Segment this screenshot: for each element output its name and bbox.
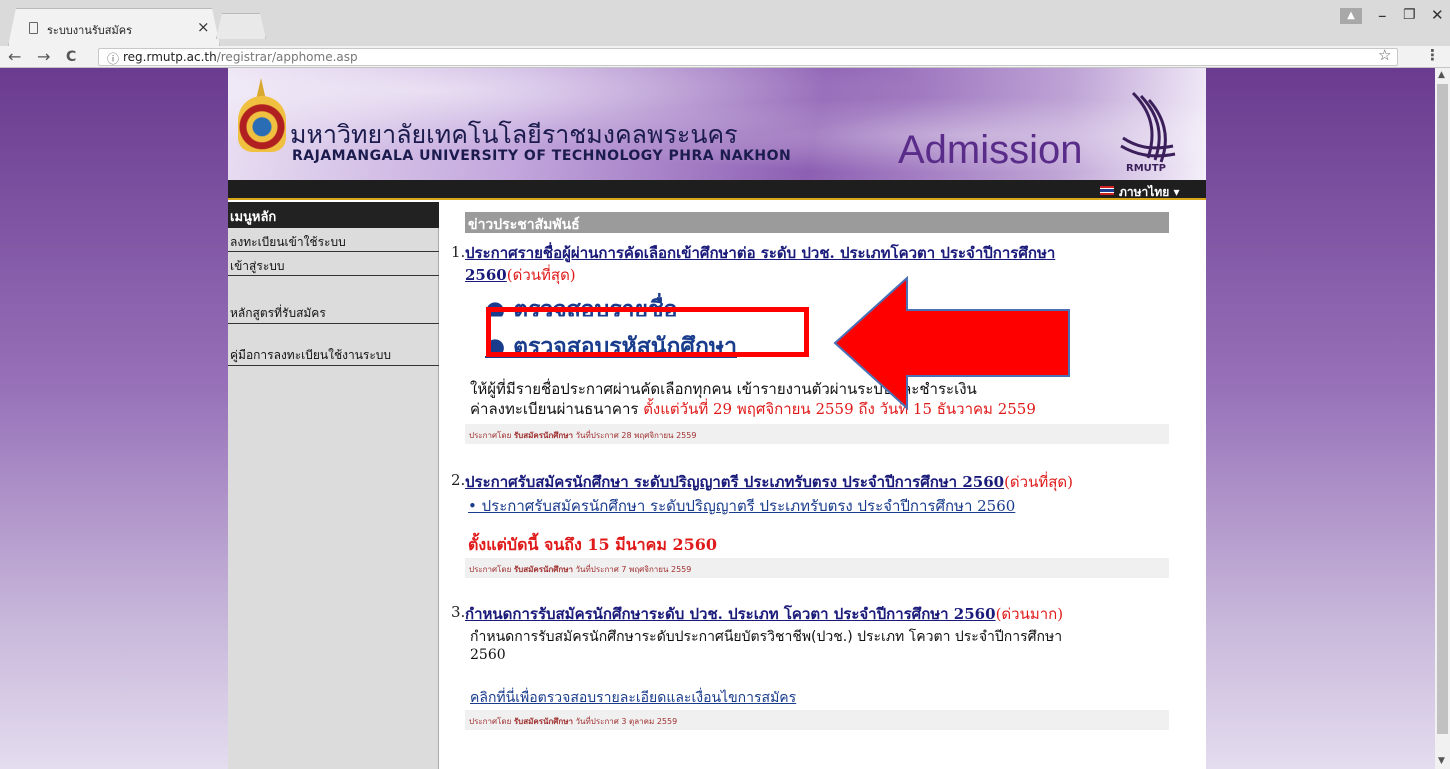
- news-meta: ประกาศโดย รับสมัครนักศึกษา วันที่ประกาศ …: [465, 710, 1169, 730]
- vertical-scrollbar[interactable]: ▲ ▼: [1435, 68, 1450, 769]
- annotation-highlight-box: [486, 307, 809, 357]
- user-profile-icon[interactable]: ▲: [1340, 8, 1362, 24]
- language-bar: ภาษาไทย ▾: [228, 180, 1206, 200]
- site-container: มหาวิทยาลัยเทคโนโลยีราชมงคลพระนคร RAJAMA…: [228, 68, 1206, 769]
- application-period: ตั้งแต่บัดนี้ จนถึง 15 มีนาคม 2560: [468, 535, 717, 554]
- restore-button[interactable]: ❐: [1403, 7, 1416, 23]
- address-toolbar: ← → C ⓘ reg.rmutp.ac.th/registrar/apphom…: [0, 46, 1450, 68]
- meta-label: วันที่ประกาศ: [575, 431, 619, 440]
- body-line: 2560: [470, 647, 506, 663]
- news-item-1-title-year[interactable]: 2560: [465, 266, 507, 284]
- scroll-thumb[interactable]: [1437, 84, 1448, 734]
- url-text: reg.rmutp.ac.th/registrar/apphome.asp: [123, 50, 358, 64]
- meta-date: 3 ตุลาคม 2559: [621, 717, 678, 726]
- body-line: กำหนดการรับสมัครนักศึกษาระดับประกาศนียบั…: [470, 629, 1063, 645]
- browser-tab-strip: ระบบงานรับสมัคร × ▲ – ❐ ✕: [0, 0, 1450, 46]
- meta-label: ประกาศโดย: [469, 717, 512, 726]
- sidebar-item-manual[interactable]: คู่มือการลงทะเบียนใช้งานระบบ: [228, 324, 439, 366]
- bookmark-star-icon[interactable]: ☆: [1378, 46, 1391, 64]
- news-header-label: ข่าวประชาสัมพันธ์: [468, 217, 580, 233]
- meta-label: วันที่ประกาศ: [575, 717, 619, 726]
- language-selector[interactable]: ภาษาไทย ▾: [1119, 183, 1179, 202]
- body-line: ค่าลงทะเบียนผ่านธนาคาร: [470, 400, 639, 418]
- red-arrow-icon: [833, 276, 1070, 410]
- details-conditions-link[interactable]: คลิกที่นี่เพื่อตรวจสอบรายละเอียดและเงื่อ…: [470, 687, 796, 709]
- meta-label: วันที่ประกาศ: [575, 565, 619, 574]
- admission-title: Admission: [898, 128, 1083, 172]
- url-path: /registrar/apphome.asp: [216, 50, 358, 64]
- urgency-label: (ด่วนที่สุด): [1004, 473, 1073, 491]
- sidebar-item-label: หลักสูตรที่รับสมัคร: [230, 306, 326, 320]
- minimize-button[interactable]: –: [1378, 6, 1387, 26]
- news-item-2-sublink[interactable]: • ประกาศรับสมัครนักศึกษา ระดับปริญญาตรี …: [468, 494, 1015, 518]
- address-bar[interactable]: ⓘ reg.rmutp.ac.th/registrar/apphome.asp: [98, 48, 1398, 66]
- sidebar-header: เมนูหลัก: [228, 202, 439, 228]
- tab-close-icon[interactable]: ×: [197, 18, 210, 36]
- sidebar-item-label: คู่มือการลงทะเบียนใช้งานระบบ: [230, 348, 392, 362]
- meta-label: ประกาศโดย: [469, 565, 512, 574]
- news-item-2-title-link[interactable]: ประกาศรับสมัครนักศึกษา ระดับปริญญาตรี ปร…: [465, 473, 1004, 491]
- sidebar-item-label: ลงทะเบียนเข้าใช้ระบบ: [230, 235, 346, 249]
- news-header: ข่าวประชาสัมพันธ์: [465, 212, 1169, 233]
- news-item-title: ประกาศรายชื่อผู้ผ่านการคัดเลือกเข้าศึกษา…: [465, 242, 1185, 286]
- news-meta: ประกาศโดย รับสมัครนักศึกษา วันที่ประกาศ …: [465, 558, 1169, 578]
- news-item-number: 2.: [451, 471, 466, 489]
- news-item-1-title-link[interactable]: ประกาศรายชื่อผู้ผ่านการคัดเลือกเข้าศึกษา…: [465, 244, 1055, 262]
- meta-by: รับสมัครนักศึกษา: [513, 431, 573, 440]
- tab-title: ระบบงานรับสมัคร: [47, 24, 132, 37]
- browser-menu-icon[interactable]: ⋮: [1425, 46, 1440, 64]
- page-viewport: มหาวิทยาลัยเทคโนโลยีราชมงคลพระนคร RAJAMA…: [0, 68, 1435, 769]
- news-item-title: กำหนดการรับสมัครนักศึกษาระดับ ปวช. ประเภ…: [465, 602, 1195, 626]
- news-item-3-title-link[interactable]: กำหนดการรับสมัครนักศึกษาระดับ ปวช. ประเภ…: [465, 605, 996, 623]
- news-item-title: ประกาศรับสมัครนักศึกษา ระดับปริญญาตรี ปร…: [465, 470, 1195, 494]
- scroll-up-icon[interactable]: ▲: [1438, 70, 1445, 80]
- meta-date: 28 พฤศจิกายน 2559: [621, 431, 697, 440]
- news-item-body: กำหนดการรับสมัครนักศึกษาระดับประกาศนียบั…: [470, 628, 1180, 664]
- back-button[interactable]: ←: [8, 46, 21, 68]
- site-info-icon[interactable]: ⓘ: [107, 50, 119, 67]
- sidebar-header-label: เมนูหลัก: [230, 210, 277, 225]
- page-icon: [29, 22, 38, 34]
- meta-by: รับสมัครนักศึกษา: [513, 565, 573, 574]
- meta-date: 7 พฤศจิกายน 2559: [621, 565, 692, 574]
- urgency-label: (ด่วนที่สุด): [506, 266, 576, 284]
- url-host: reg.rmutp.ac.th: [123, 50, 217, 64]
- new-tab-button[interactable]: [216, 13, 266, 39]
- browser-tab[interactable]: ระบบงานรับสมัคร ×: [8, 8, 220, 46]
- meta-label: ประกาศโดย: [469, 431, 512, 440]
- reload-button[interactable]: C: [66, 46, 76, 68]
- scroll-down-icon[interactable]: ▼: [1438, 756, 1445, 766]
- university-name-english: RAJAMANGALA UNIVERSITY OF TECHNOLOGY PHR…: [292, 148, 792, 164]
- close-window-button[interactable]: ✕: [1431, 6, 1444, 24]
- sidebar-item-register[interactable]: ลงทะเบียนเข้าใช้ระบบ: [228, 228, 439, 252]
- news-item-number: 1.: [451, 243, 466, 261]
- news-item-number: 3.: [451, 603, 466, 621]
- sidebar-item-programs[interactable]: หลักสูตรที่รับสมัคร: [228, 276, 439, 324]
- sidebar-menu: เมนูหลัก ลงทะเบียนเข้าใช้ระบบ เข้าสู่ระบ…: [228, 202, 439, 769]
- site-banner: มหาวิทยาลัยเทคโนโลยีราชมงคลพระนคร RAJAMA…: [228, 68, 1206, 180]
- university-seal-icon: [238, 96, 286, 152]
- sidebar-item-login[interactable]: เข้าสู่ระบบ: [228, 252, 439, 276]
- news-meta: ประกาศโดย รับสมัครนักศึกษา วันที่ประกาศ …: [465, 424, 1169, 444]
- sidebar-item-label: เข้าสู่ระบบ: [230, 259, 285, 273]
- rmutp-logo-icon: [1120, 91, 1176, 163]
- thai-flag-icon: [1100, 186, 1114, 195]
- meta-by: รับสมัครนักศึกษา: [513, 717, 573, 726]
- forward-button[interactable]: →: [37, 46, 50, 68]
- urgency-label: (ด่วนมาก): [995, 605, 1064, 623]
- rmutp-logo-text: RMUTP: [1126, 163, 1166, 174]
